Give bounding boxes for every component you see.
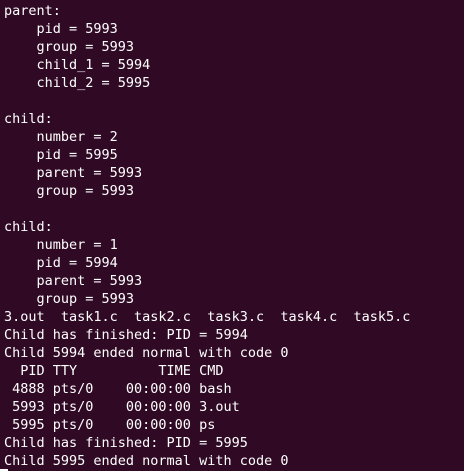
terminal-window[interactable]: parent: pid = 5993 group = 5993 child_1 … [0,0,464,471]
ps-row-line: 4888 pts/0 00:00:00 bash [4,381,232,397]
terminal-line: child: [4,111,53,127]
terminal-line: group = 5993 [4,183,135,199]
terminal-line: child: [4,219,53,235]
terminal-line: parent = 5993 [4,273,143,289]
ls-output-line: 3.out task1.c task2.c task3.c task4.c ta… [4,309,411,325]
ps-header-line: PID TTY TIME CMD [4,363,224,379]
terminal-line: Child has finished: PID = 5995 [4,435,248,451]
terminal-line: child_2 = 5995 [4,75,151,91]
terminal-line: Child has finished: PID = 5994 [4,327,248,343]
terminal-line: group = 5993 [4,291,135,307]
ps-row-line: 5995 pts/0 00:00:00 ps [4,417,216,433]
terminal-line: number = 2 [4,129,118,145]
ps-row-line: 5993 pts/0 00:00:00 3.out [4,399,240,415]
terminal-line: child_1 = 5994 [4,57,151,73]
terminal-line: parent = 5993 [4,165,143,181]
terminal-line: pid = 5994 [4,255,118,271]
terminal-line: pid = 5995 [4,147,118,163]
terminal-line: group = 5993 [4,39,135,55]
terminal-line: Child 5995 ended normal with code 0 [4,453,289,469]
terminal-line: number = 1 [4,237,118,253]
terminal-line: Child 5994 ended normal with code 0 [4,345,289,361]
terminal-line: parent: [4,3,61,19]
terminal-line: pid = 5993 [4,21,118,37]
